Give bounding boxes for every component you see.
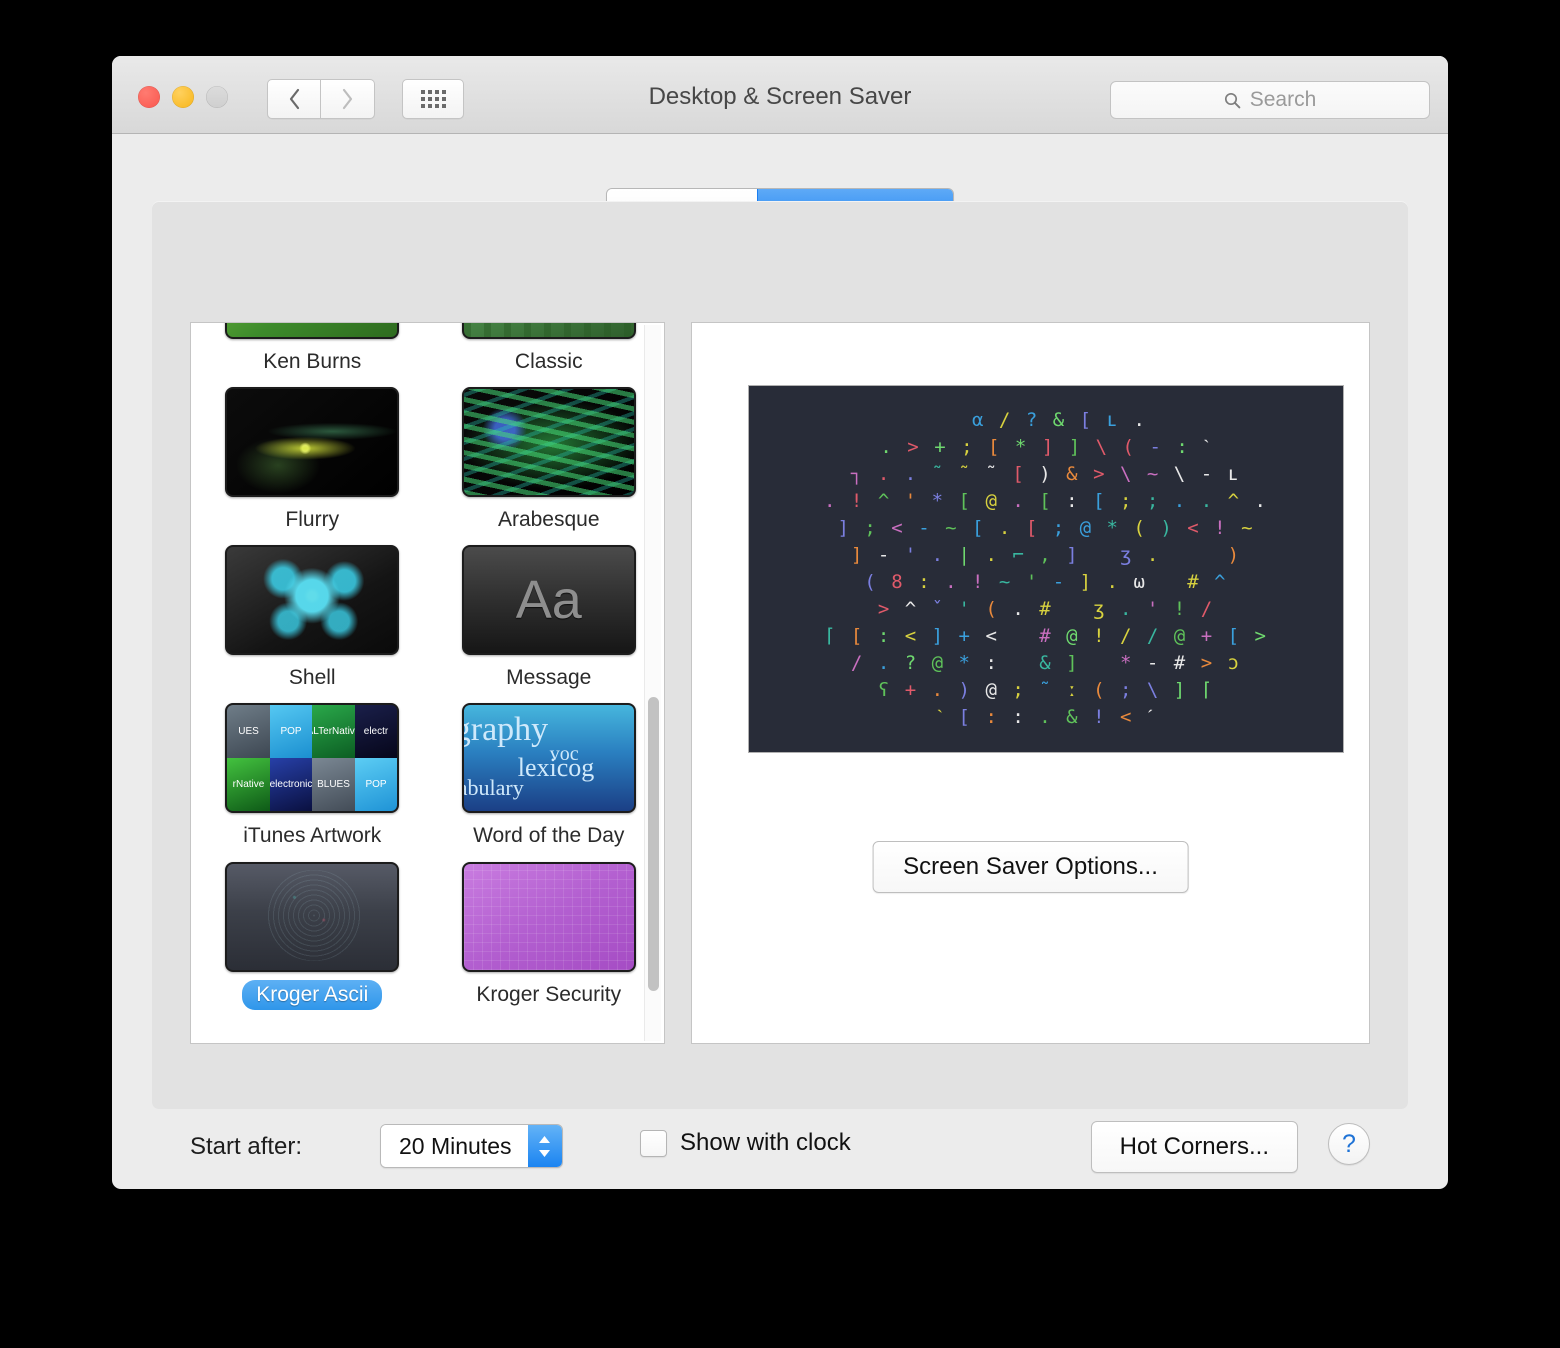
word-of-the-day-word: abulary bbox=[462, 775, 524, 801]
preview-pane: α / ? & [ ʟ .. > + ; [ * ] ] \ ( - : ˋ┐ … bbox=[691, 322, 1370, 1044]
screen-saver-item[interactable]: UESPOPALTerNativeelectrrNativeelectronic… bbox=[217, 703, 408, 851]
ascii-row: ┐ . . ˜ ˜ ˜ [ ) & > \ ~ \ - ʟ bbox=[824, 461, 1268, 488]
itunes-tile: electr bbox=[355, 705, 398, 758]
screen-saver-grid: Ken Burns Classic Flurry Arabesque Shell Aa Me… bbox=[191, 322, 664, 1028]
screen-saver-thumbnail[interactable] bbox=[462, 862, 636, 972]
screen-saver-item-label: iTunes Artwork bbox=[229, 821, 395, 851]
main-row: Ken Burns Classic Flurry Arabesque Shell Aa Me… bbox=[190, 322, 1370, 1044]
help-button[interactable]: ? bbox=[1328, 1123, 1370, 1165]
content-panel: Ken Burns Classic Flurry Arabesque Shell Aa Me… bbox=[152, 201, 1408, 1109]
screen-saver-thumbnail[interactable] bbox=[225, 322, 399, 339]
screen-saver-item-label: Ken Burns bbox=[249, 347, 375, 377]
screen-saver-preview: α / ? & [ ʟ .. > + ; [ * ] ] \ ( - : ˋ┐ … bbox=[748, 385, 1344, 753]
ascii-row: ⌈ [ : < ] + < # @ ! / / @ + [ > bbox=[824, 623, 1268, 650]
scrollbar-thumb[interactable] bbox=[648, 697, 659, 991]
screen-saver-item[interactable]: Shell bbox=[217, 545, 408, 693]
ascii-row: ( 8 : . ! ~ ' - ] . ω # ^ bbox=[824, 569, 1268, 596]
search-input[interactable]: Search bbox=[1110, 81, 1430, 119]
preferences-window: Desktop & Screen Saver Search Desktop Sc… bbox=[112, 56, 1448, 1189]
screen-saver-item-label: Classic bbox=[501, 347, 597, 377]
ascii-row: ] - ' . | . ⌐ , ] ʒ . ) bbox=[824, 542, 1268, 569]
show-with-clock-label: Show with clock bbox=[680, 1129, 851, 1157]
ascii-row: ] ; < - ~ [ . [ ; @ * ( ) < ! ~ bbox=[824, 515, 1268, 542]
itunes-tile: POP bbox=[355, 758, 398, 811]
screen-saver-thumbnail[interactable] bbox=[225, 545, 399, 655]
stepper-arrows-icon[interactable] bbox=[528, 1125, 562, 1167]
start-after-value: 20 Minutes bbox=[381, 1125, 528, 1167]
hot-corners-button[interactable]: Hot Corners... bbox=[1091, 1121, 1298, 1173]
screen-saver-item-label: Shell bbox=[275, 663, 350, 693]
show-with-clock-control[interactable]: Show with clock bbox=[640, 1129, 851, 1157]
itunes-tile: BLUES bbox=[312, 758, 355, 811]
screen-saver-thumbnail[interactable]: graphyvoclexicogabulary bbox=[462, 703, 636, 813]
ascii-art-preview: α / ? & [ ʟ .. > + ; [ * ] ] \ ( - : ˋ┐ … bbox=[824, 407, 1268, 731]
ascii-row: ˋ [ : : . & ! < ˊ bbox=[824, 704, 1268, 731]
screen-saver-item[interactable]: Flurry bbox=[217, 387, 408, 535]
word-of-the-day-word: graphy bbox=[462, 711, 548, 749]
screen-saver-thumbnail[interactable] bbox=[462, 322, 636, 339]
word-of-the-day-word: lexicog bbox=[518, 753, 595, 783]
search-icon bbox=[1224, 92, 1241, 109]
ascii-row: . > + ; [ * ] ] \ ( - : ˋ bbox=[824, 434, 1268, 461]
search-placeholder: Search bbox=[1250, 88, 1317, 112]
screen-saver-item[interactable]: Kroger Ascii bbox=[217, 862, 408, 1010]
screen-saver-item[interactable]: Kroger Security bbox=[454, 862, 645, 1010]
bottom-controls: Start after: 20 Minutes Show with clock … bbox=[152, 1119, 1408, 1189]
message-glyph: Aa bbox=[516, 569, 582, 631]
itunes-tile: UES bbox=[227, 705, 270, 758]
window-titlebar: Desktop & Screen Saver Search bbox=[112, 56, 1448, 134]
screen-saver-options-button[interactable]: Screen Saver Options... bbox=[872, 841, 1189, 893]
itunes-tile: electronic bbox=[270, 758, 313, 811]
start-after-label: Start after: bbox=[190, 1133, 302, 1161]
screen-saver-item-label: Kroger Ascii bbox=[242, 980, 382, 1010]
list-scrollbar[interactable] bbox=[644, 325, 661, 1041]
ascii-row: > ^ ˇ ' ( . # ʒ . ' ! / bbox=[824, 596, 1268, 623]
screen-saver-item-label: Flurry bbox=[271, 505, 353, 535]
screen-saver-thumbnail[interactable] bbox=[225, 387, 399, 497]
screen-saver-item-label: Word of the Day bbox=[459, 821, 638, 851]
itunes-tile: POP bbox=[270, 705, 313, 758]
show-with-clock-checkbox[interactable] bbox=[640, 1130, 667, 1157]
screen-saver-thumbnail[interactable]: Aa bbox=[462, 545, 636, 655]
itunes-tile: ALTerNative bbox=[312, 705, 355, 758]
screen-saver-item[interactable]: Aa Message bbox=[454, 545, 645, 693]
screen-saver-list[interactable]: Ken Burns Classic Flurry Arabesque Shell Aa Me… bbox=[190, 322, 665, 1044]
screen-saver-thumbnail[interactable] bbox=[225, 862, 399, 972]
screen-saver-item-label: Arabesque bbox=[484, 505, 614, 535]
screen-saver-item-label: Kroger Security bbox=[462, 980, 635, 1010]
itunes-tile: rNative bbox=[227, 758, 270, 811]
start-after-popup[interactable]: 20 Minutes bbox=[380, 1124, 563, 1168]
screen-saver-item[interactable]: Ken Burns bbox=[217, 322, 408, 377]
screen-saver-item[interactable]: graphyvoclexicogabulary Word of the Day bbox=[454, 703, 645, 851]
screen-saver-item[interactable]: Arabesque bbox=[454, 387, 645, 535]
screen-saver-item[interactable]: Classic bbox=[454, 322, 645, 377]
ascii-row: . ! ^ ' * [ @ . [ : [ ; ; . . ^ . bbox=[824, 488, 1268, 515]
screen-saver-item-label: Message bbox=[492, 663, 605, 693]
ascii-row: α / ? & [ ʟ . bbox=[824, 407, 1268, 434]
screen-saver-thumbnail[interactable]: UESPOPALTerNativeelectrrNativeelectronic… bbox=[225, 703, 399, 813]
ascii-row: / . ? @ * : & ] * - # > ɔ bbox=[824, 650, 1268, 677]
ascii-row: ʕ + . ) @ ; ˜ ː ( ; \ ] ⌈ bbox=[824, 677, 1268, 704]
screen-saver-thumbnail[interactable] bbox=[462, 387, 636, 497]
